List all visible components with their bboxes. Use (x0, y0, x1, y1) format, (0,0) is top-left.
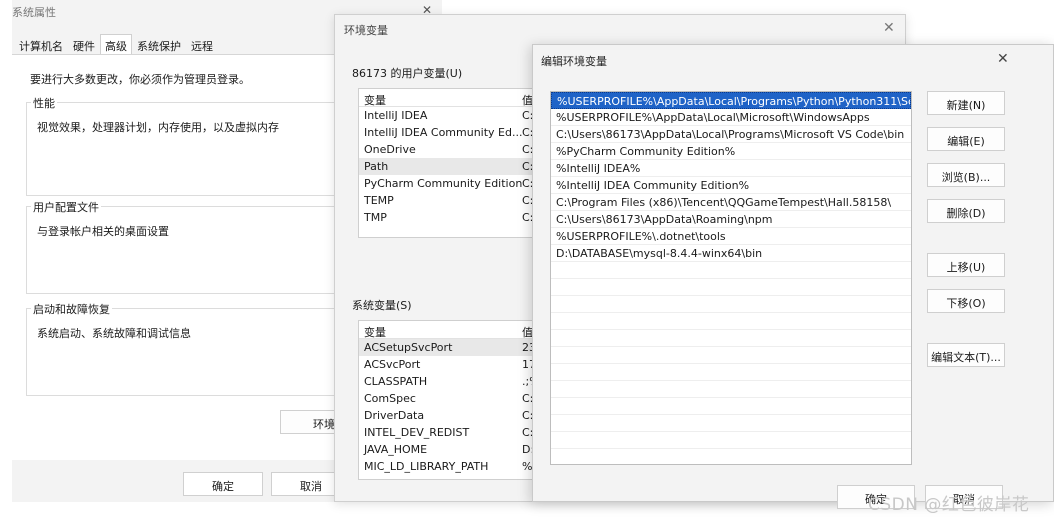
list-item[interactable]: IntelliJ IDEA Community Ed... C:\ (359, 124, 547, 141)
move-down-button[interactable]: 下移(O) (927, 289, 1005, 313)
group-description: 视觉效果，处理器计划，内存使用，以及虚拟内存 (37, 121, 279, 134)
window-title: 系统属性 (12, 6, 56, 19)
path-item[interactable]: %IntelliJ IDEA Community Edition% (551, 177, 911, 194)
list-item-selected[interactable]: Path C:\ (359, 158, 547, 175)
system-variables-list[interactable]: 变量 值 ACSetupSvcPort 23 ACSvcPort 17 CLASSP… (358, 320, 548, 480)
tab-hardware[interactable]: 硬件 (68, 34, 100, 54)
window-title: 环境变量 (344, 24, 388, 37)
path-item-selected[interactable]: %USERPROFILE%\AppData\Local\Programs\Pyt… (551, 92, 911, 109)
path-item-empty[interactable] (551, 296, 911, 313)
list-item[interactable]: CLASSPATH.;% (359, 373, 547, 390)
tab-system-protection[interactable]: 系统保护 (132, 34, 186, 54)
list-item[interactable]: TEMP C:\ (359, 192, 547, 209)
list-item-selected[interactable]: ACSetupSvcPort 23 (359, 339, 547, 356)
tab-remote[interactable]: 远程 (186, 34, 218, 54)
watermark: CSDN @红色彼岸花 (868, 495, 1030, 515)
list-item[interactable]: IntelliJ IDEA C:\ (359, 107, 547, 124)
delete-button[interactable]: 删除(D) (927, 199, 1005, 223)
group-title: 启动和故障恢复 (31, 301, 112, 317)
close-icon[interactable]: ✕ (997, 51, 1009, 67)
edit-environment-variable-window: 编辑环境变量 ✕ %USERPROFILE%\AppData\Local\Pro… (532, 44, 1054, 509)
path-item-empty[interactable] (551, 432, 911, 449)
path-item[interactable]: C:\Users\86173\AppData\Local\Programs\Mi… (551, 126, 911, 143)
path-item-empty[interactable] (551, 313, 911, 330)
list-item[interactable]: TMP C:\ (359, 209, 547, 226)
path-item[interactable]: %USERPROFILE%\AppData\Local\Microsoft\Wi… (551, 109, 911, 126)
user-variables-list[interactable]: 变量 值 IntelliJ IDEA C:\ IntelliJ IDEA Comm… (358, 88, 548, 238)
close-icon[interactable]: ✕ (883, 20, 895, 36)
list-header: 变量 值 (359, 321, 547, 339)
path-item[interactable]: D:\DATABASE\mysql-8.4.4-winx64\bin (551, 245, 911, 262)
ok-button[interactable]: 确定 (183, 472, 263, 496)
column-variable[interactable]: 变量 (364, 324, 386, 340)
path-item-empty[interactable] (551, 262, 911, 279)
column-variable[interactable]: 变量 (364, 92, 386, 108)
group-title: 性能 (31, 95, 57, 111)
path-item-empty[interactable] (551, 364, 911, 381)
list-item[interactable]: ComSpec C:\ (359, 390, 547, 407)
list-item[interactable]: DriverData C:\ (359, 407, 547, 424)
list-item[interactable]: JAVA_HOME D:\ (359, 441, 547, 458)
path-item[interactable]: C:\Users\86173\AppData\Roaming\npm (551, 211, 911, 228)
path-item[interactable]: %USERPROFILE%\.dotnet\tools (551, 228, 911, 245)
browse-button[interactable]: 浏览(B)... (927, 163, 1005, 187)
path-item[interactable]: %PyCharm Community Edition% (551, 143, 911, 160)
list-header: 变量 值 (359, 89, 547, 107)
new-button[interactable]: 新建(N) (927, 91, 1005, 115)
path-item[interactable]: %IntelliJ IDEA% (551, 160, 911, 177)
move-up-button[interactable]: 上移(U) (927, 253, 1005, 277)
edit-button[interactable]: 编辑(E) (927, 127, 1005, 151)
path-item-empty[interactable] (551, 398, 911, 415)
path-item-empty[interactable] (551, 347, 911, 364)
tab-advanced[interactable]: 高级 (100, 34, 132, 54)
group-description: 与登录帐户相关的桌面设置 (37, 225, 169, 238)
group-title: 用户配置文件 (31, 199, 101, 215)
tab-bar: 计算机名 硬件 高级 系统保护 远程 (14, 34, 218, 54)
group-description: 系统启动、系统故障和调试信息 (37, 327, 191, 340)
list-item[interactable]: PyCharm Community Edition C:\ (359, 175, 547, 192)
admin-notice: 要进行大多数更改，你必须作为管理员登录。 (30, 73, 250, 86)
tab-computer-name[interactable]: 计算机名 (14, 34, 68, 54)
path-list[interactable]: %USERPROFILE%\AppData\Local\Programs\Pyt… (550, 91, 912, 465)
path-item-empty[interactable] (551, 381, 911, 398)
user-variables-label: 86173 的用户变量(U) (352, 67, 463, 80)
path-item-empty[interactable] (551, 415, 911, 432)
path-item-empty[interactable] (551, 330, 911, 347)
list-item[interactable]: INTEL_DEV_REDIST C:\ (359, 424, 547, 441)
path-item-empty[interactable] (551, 279, 911, 296)
list-item[interactable]: ACSvcPort 17 (359, 356, 547, 373)
edit-text-button[interactable]: 编辑文本(T)... (927, 343, 1005, 367)
window-title: 编辑环境变量 (541, 55, 607, 68)
list-item[interactable]: MIC_LD_LIBRARY_PATH% (359, 458, 547, 475)
system-variables-label: 系统变量(S) (352, 299, 412, 312)
list-item[interactable]: OneDrive C:\ (359, 141, 547, 158)
path-item[interactable]: C:\Program Files (x86)\Tencent\QQGameTem… (551, 194, 911, 211)
